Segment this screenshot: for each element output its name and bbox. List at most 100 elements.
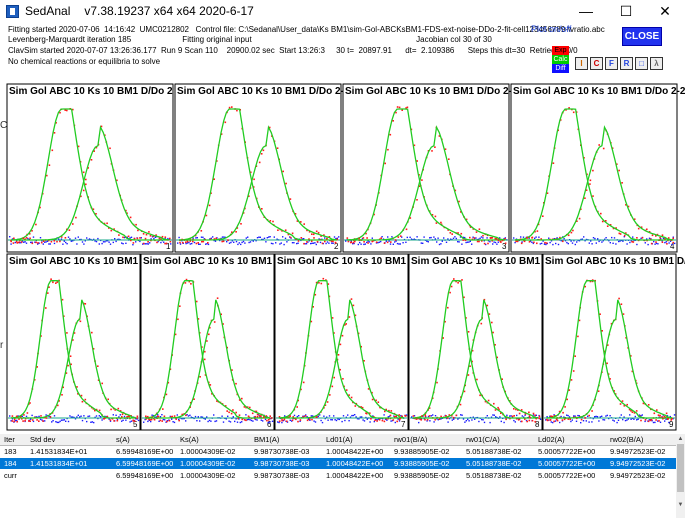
diff-point <box>59 420 61 423</box>
scroll-down-icon[interactable]: ▼ <box>676 500 685 509</box>
diff-point <box>574 415 576 417</box>
scroll-up-icon[interactable]: ▲ <box>676 434 685 443</box>
column-header[interactable]: Ks(A) <box>180 435 199 444</box>
exp-point <box>598 144 600 146</box>
diff-point <box>341 420 343 423</box>
exp-point <box>332 240 334 243</box>
diff-point <box>104 241 106 243</box>
diff-point <box>354 414 356 416</box>
table-cell: 1.00004309E-02 <box>180 471 236 480</box>
diff-point <box>221 415 223 417</box>
exp-point <box>185 414 187 417</box>
diff-point <box>325 242 327 245</box>
exp-point <box>661 241 664 243</box>
diff-point <box>81 419 84 422</box>
exp-point <box>35 223 37 226</box>
exp-point <box>224 121 227 124</box>
diff-point <box>273 236 275 238</box>
exp-point <box>545 242 548 244</box>
diff-point <box>39 418 42 421</box>
table-row[interactable]: 184 1.41531834E+01 6.59948169E+00 1.0000430… <box>0 458 676 469</box>
diff-point <box>461 414 463 416</box>
diff-point <box>567 242 569 245</box>
diff-point <box>632 236 634 238</box>
diff-point <box>575 420 578 422</box>
diff-point <box>402 242 404 244</box>
column-header[interactable]: rw02(B/A) <box>610 435 643 444</box>
exp-point <box>650 242 653 245</box>
exp-point <box>162 408 164 410</box>
exp-point <box>97 365 99 367</box>
column-header[interactable]: s(A) <box>116 435 130 444</box>
diff-point <box>249 419 251 421</box>
table-row[interactable]: 183 1.41531834E+01 6.59948169E+00 1.0000430… <box>0 446 676 457</box>
diff-point <box>56 421 58 424</box>
diff-point <box>259 236 261 238</box>
diff-point <box>574 243 576 246</box>
column-header[interactable]: Ld01(A) <box>326 435 353 444</box>
exp-point <box>383 420 386 423</box>
exp-point <box>157 415 160 418</box>
column-header[interactable]: BM1(A) <box>254 435 279 444</box>
exp-point <box>50 240 53 243</box>
exp-point <box>392 419 395 421</box>
diff-point <box>256 419 258 421</box>
diff-point <box>67 236 70 238</box>
diff-point <box>482 419 484 421</box>
exp-point <box>521 420 523 423</box>
column-header[interactable]: rw01(C/A) <box>466 435 500 444</box>
diff-point <box>252 240 254 242</box>
exp-point <box>387 148 389 151</box>
exp-point <box>487 242 489 245</box>
diff-point <box>423 236 425 238</box>
exp-point <box>670 419 672 421</box>
table-row[interactable]: curr 6.59948169E+00 1.00004309E-02 9.987307… <box>0 470 676 481</box>
exp-point <box>570 231 573 234</box>
exp-point <box>316 240 319 243</box>
table-scrollbar[interactable]: ▲ ▼ <box>676 434 685 518</box>
diff-point <box>371 237 373 239</box>
scroll-thumb[interactable] <box>677 444 684 492</box>
table-cell: 9.98730738E-03 <box>254 471 310 480</box>
column-header[interactable]: Iter <box>4 435 15 444</box>
table-cell: 1.00048422E+00 <box>326 447 384 456</box>
table-cell: 6.59948169E+00 <box>116 447 174 456</box>
diff-point <box>531 241 533 243</box>
exp-point <box>663 415 666 418</box>
exp-point <box>528 411 530 414</box>
column-header[interactable]: Std dev <box>30 435 55 444</box>
diff-point <box>471 243 473 245</box>
exp-point <box>666 243 668 245</box>
diff-point <box>566 414 568 416</box>
table-cell: 5.05188738E-02 <box>466 459 522 468</box>
exp-point <box>457 282 459 284</box>
exp-point <box>178 419 180 422</box>
column-header[interactable]: Ld02(A) <box>538 435 565 444</box>
diff-point <box>310 415 312 417</box>
column-header[interactable]: rw01(B/A) <box>394 435 427 444</box>
diff-point <box>591 421 593 423</box>
diff-point <box>65 420 67 422</box>
diff-point <box>563 237 565 240</box>
exp-point <box>296 406 298 408</box>
diff-point <box>88 238 91 240</box>
exp-point <box>205 214 208 217</box>
diff-point <box>232 416 234 418</box>
exp-point <box>216 297 219 299</box>
diff-point <box>647 243 649 246</box>
exp-point <box>24 419 26 422</box>
exp-point <box>667 417 669 420</box>
diff-point <box>237 243 239 246</box>
diff-point <box>394 241 396 243</box>
exp-point <box>396 106 399 108</box>
exp-point <box>195 242 198 245</box>
diff-point <box>39 237 42 239</box>
diff-point <box>247 236 249 238</box>
diff-point <box>161 414 163 416</box>
exp-point <box>164 236 167 238</box>
exp-point <box>25 237 28 239</box>
diff-point <box>154 236 156 238</box>
exp-point <box>412 415 415 417</box>
diff-point <box>228 242 231 244</box>
exp-point <box>204 350 206 353</box>
